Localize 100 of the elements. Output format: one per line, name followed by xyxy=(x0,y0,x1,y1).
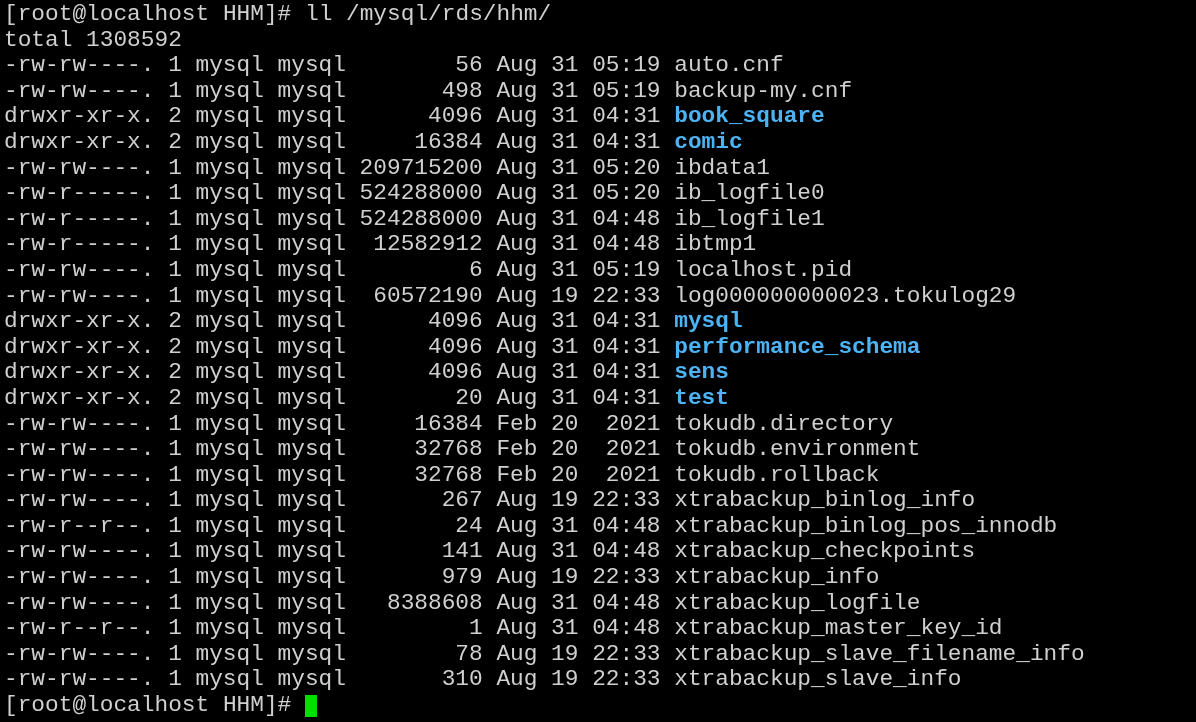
permissions-text: drwxr-xr-x. xyxy=(4,309,155,335)
permissions-text: drwxr-xr-x. xyxy=(4,360,155,386)
link-count: 2 xyxy=(168,334,182,361)
permissions-text: -rw-rw----. xyxy=(4,437,155,463)
file-name: tokudb.environment xyxy=(674,437,921,463)
owner-text: mysql xyxy=(195,283,264,310)
date-text: Aug 19 22:33 xyxy=(496,488,661,514)
directory-name: comic xyxy=(674,129,743,156)
group-text: mysql xyxy=(277,129,346,156)
date-text: Aug 19 22:33 xyxy=(496,641,661,668)
file-name: localhost.pid xyxy=(674,257,853,284)
date-text: Aug 31 05:20 xyxy=(496,155,661,182)
owner-text: mysql xyxy=(195,462,264,489)
group-text: mysql xyxy=(277,334,346,361)
permissions-text: -rw-rw----. xyxy=(4,641,155,668)
owner-text: mysql xyxy=(195,104,264,130)
permissions-text: drwxr-xr-x. xyxy=(4,129,155,156)
permissions-text: -rw-rw----. xyxy=(4,488,155,514)
cursor xyxy=(304,694,317,717)
link-count: 1 xyxy=(168,590,182,617)
date-text: Aug 31 04:31 xyxy=(496,104,661,130)
date-text: Aug 31 05:20 xyxy=(496,181,661,207)
owner-text: mysql xyxy=(195,232,264,258)
file-size: 498 xyxy=(440,78,483,105)
link-count: 1 xyxy=(168,411,182,438)
group-text: mysql xyxy=(277,513,346,540)
group-text: mysql xyxy=(277,616,346,642)
date-text: Aug 31 04:48 xyxy=(496,232,661,258)
group-text: mysql xyxy=(277,565,346,591)
link-count: 1 xyxy=(168,437,182,463)
permissions-text: -rw-rw----. xyxy=(4,53,155,79)
shell-prompt: [root@localhost HHM]# xyxy=(4,2,293,28)
file-name: ib_logfile1 xyxy=(674,206,825,233)
directory-name: mysql xyxy=(674,309,743,335)
link-count: 1 xyxy=(168,181,182,207)
group-text: mysql xyxy=(277,53,346,79)
date-text: Aug 19 22:33 xyxy=(496,667,661,694)
file-size: 524288000 xyxy=(359,181,483,207)
file-size: 16384 xyxy=(413,129,483,156)
date-text: Aug 19 22:33 xyxy=(496,283,661,310)
owner-text: mysql xyxy=(195,360,264,386)
owner-text: mysql xyxy=(195,309,264,335)
date-text: Aug 31 04:48 xyxy=(496,513,661,540)
link-count: 1 xyxy=(168,232,182,258)
owner-text: mysql xyxy=(195,539,264,566)
group-text: mysql xyxy=(277,411,346,438)
date-text: Aug 31 04:48 xyxy=(496,539,661,566)
permissions-text: -rw-rw----. xyxy=(4,283,155,310)
link-count: 1 xyxy=(168,539,182,566)
file-name: tokudb.rollback xyxy=(674,462,880,489)
permissions-text: -rw-rw----. xyxy=(4,590,155,617)
link-count: 1 xyxy=(168,641,182,668)
owner-text: mysql xyxy=(195,78,264,105)
date-text: Aug 31 05:19 xyxy=(496,53,661,79)
link-count: 1 xyxy=(168,462,182,489)
permissions-text: drwxr-xr-x. xyxy=(4,104,155,130)
file-size: 4096 xyxy=(427,104,483,130)
permissions-text: -rw-r-----. xyxy=(4,232,155,258)
date-text: Aug 31 04:48 xyxy=(496,616,661,642)
file-size: 4096 xyxy=(427,360,483,386)
owner-text: mysql xyxy=(195,641,264,668)
date-text: Feb 20 2021 xyxy=(496,462,661,489)
directory-name: sens xyxy=(674,360,729,386)
file-name: tokudb.directory xyxy=(674,411,894,438)
permissions-text: -rw-r--r--. xyxy=(4,616,155,642)
group-text: mysql xyxy=(277,309,346,335)
owner-text: mysql xyxy=(195,565,264,591)
link-count: 2 xyxy=(168,309,182,335)
owner-text: mysql xyxy=(195,53,264,79)
file-size: 6 xyxy=(468,257,483,284)
file-name: xtrabackup_master_key_id xyxy=(674,616,1003,642)
link-count: 1 xyxy=(168,206,182,233)
file-size: 32768 xyxy=(413,462,483,489)
directory-name: performance_schema xyxy=(674,334,921,361)
group-text: mysql xyxy=(277,232,346,258)
link-count: 2 xyxy=(168,104,182,130)
permissions-text: drwxr-xr-x. xyxy=(4,334,155,361)
file-size: 4096 xyxy=(427,309,483,335)
link-count: 1 xyxy=(168,565,182,591)
link-count: 1 xyxy=(168,283,182,310)
group-text: mysql xyxy=(277,181,346,207)
group-text: mysql xyxy=(277,78,346,105)
file-size: 310 xyxy=(440,667,483,694)
group-text: mysql xyxy=(277,488,346,514)
file-size: 24 xyxy=(454,513,483,540)
file-name: auto.cnf xyxy=(674,53,784,79)
permissions-text: -rw-rw----. xyxy=(4,411,155,438)
group-text: mysql xyxy=(277,539,346,566)
file-name: xtrabackup_info xyxy=(674,565,880,591)
permissions-text: -rw-r--r--. xyxy=(4,513,155,540)
owner-text: mysql xyxy=(195,667,264,694)
file-name: log000000000023.tokulog29 xyxy=(674,283,1017,310)
group-text: mysql xyxy=(277,385,346,412)
group-text: mysql xyxy=(277,641,346,668)
file-size: 524288000 xyxy=(359,206,483,233)
link-count: 1 xyxy=(168,667,182,694)
date-text: Aug 31 04:31 xyxy=(496,360,661,386)
file-name: xtrabackup_slave_info xyxy=(674,667,962,694)
date-text: Aug 19 22:33 xyxy=(496,565,661,591)
date-text: Aug 31 05:19 xyxy=(496,257,661,284)
